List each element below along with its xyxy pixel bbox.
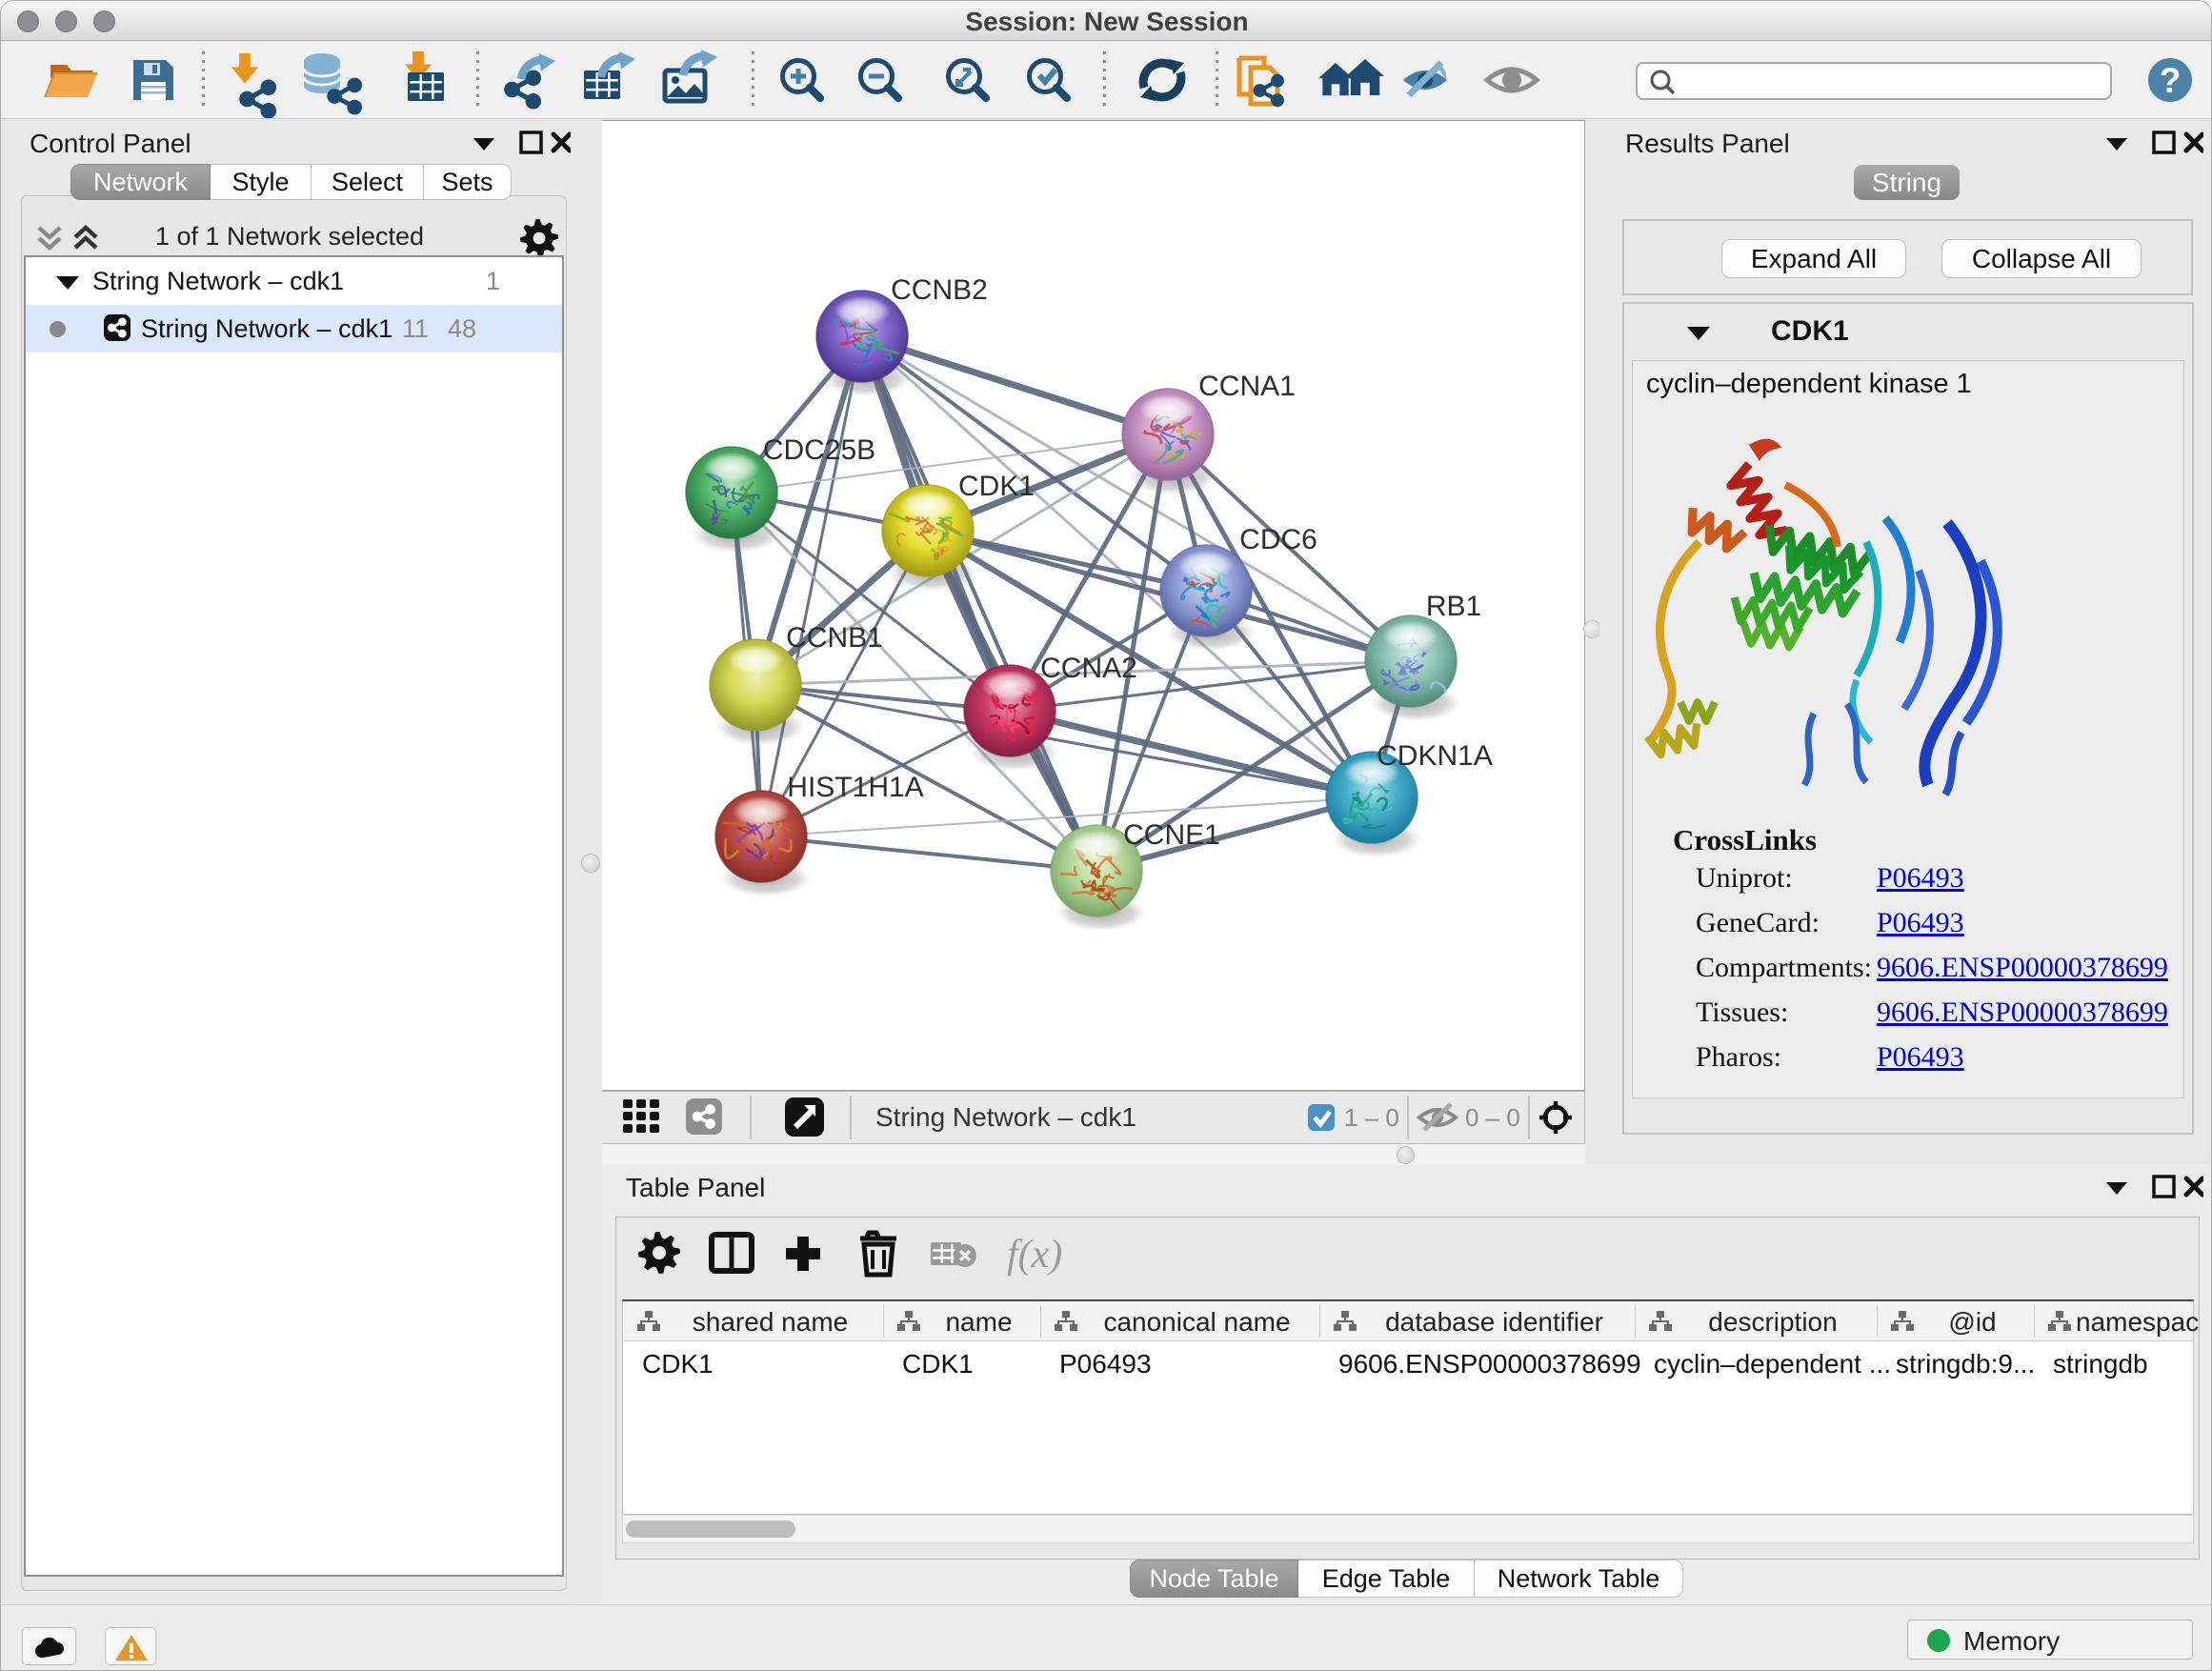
svg-text:CDKN1A: CDKN1A — [1377, 740, 1493, 772]
svg-text:RB1: RB1 — [1426, 591, 1481, 622]
svg-text:CCNA1: CCNA1 — [1198, 371, 1296, 402]
svg-text:CCNE1: CCNE1 — [1123, 819, 1220, 851]
svg-text:1 – 0: 1 – 0 — [1344, 1103, 1399, 1132]
svg-text:CDC6: CDC6 — [1239, 524, 1317, 555]
svg-text:0 – 0: 0 – 0 — [1465, 1103, 1520, 1132]
svg-text:f(x): f(x) — [1007, 1233, 1062, 1277]
svg-text:HIST1H1A: HIST1H1A — [787, 772, 923, 803]
svg-text:CCNB1: CCNB1 — [786, 622, 883, 654]
svg-text:CDC25B: CDC25B — [763, 434, 875, 466]
svg-text:CDK1: CDK1 — [958, 471, 1035, 502]
svg-text:?: ? — [2160, 61, 2182, 100]
svg-text:CCNA2: CCNA2 — [1040, 653, 1137, 684]
svg-text:CCNB2: CCNB2 — [891, 274, 988, 306]
svg-text:String Network – cdk1: String Network – cdk1 — [875, 1102, 1136, 1132]
